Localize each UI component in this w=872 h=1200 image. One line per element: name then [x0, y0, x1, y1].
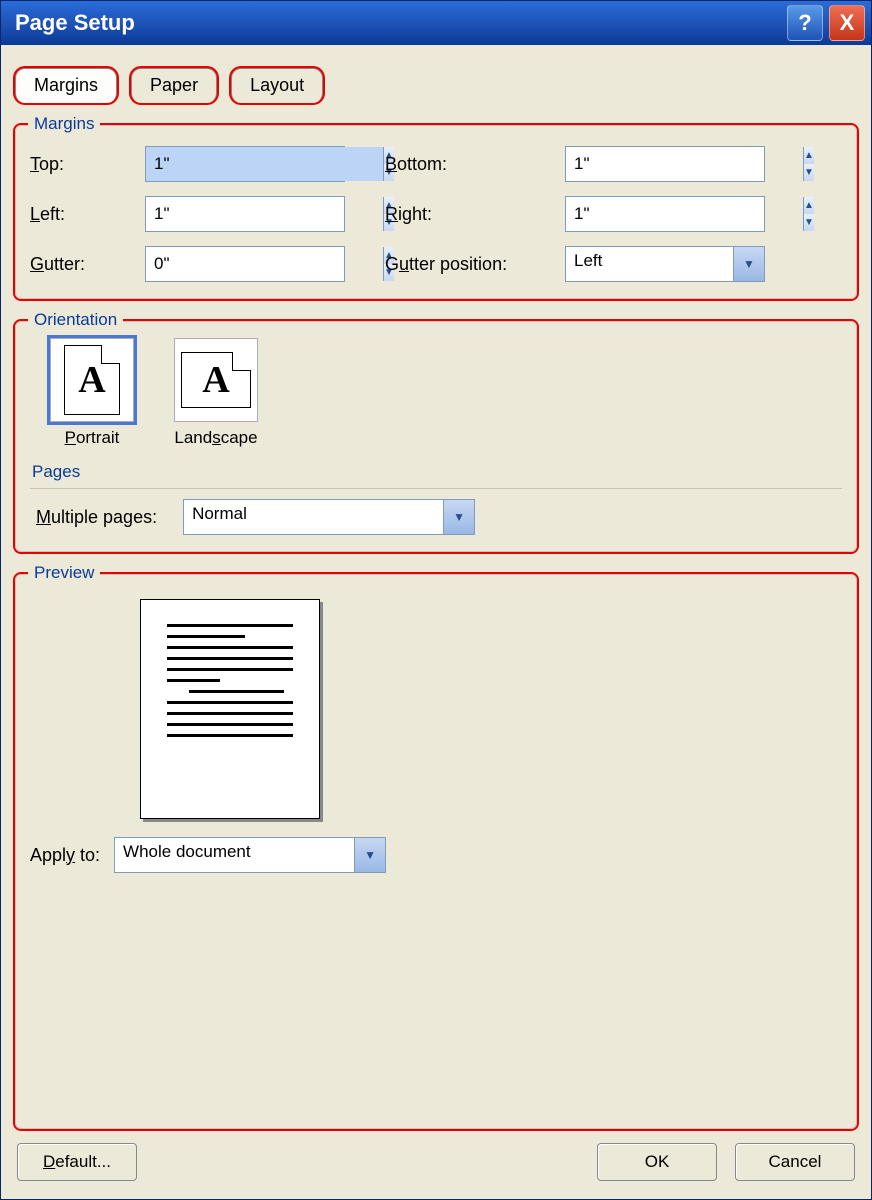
orientation-portrait-label: Portrait	[65, 428, 120, 448]
orientation-landscape-label: Landscape	[174, 428, 257, 448]
group-orientation-legend: Orientation	[28, 310, 123, 330]
page-setup-dialog: Page Setup ? X Margins Paper Layout Marg…	[0, 0, 872, 1200]
titlebar: Page Setup ? X	[1, 1, 871, 45]
tab-layout[interactable]: Layout	[231, 68, 323, 103]
help-icon[interactable]: ?	[787, 5, 823, 41]
label-bottom: Bottom:	[385, 154, 565, 175]
orientation-landscape[interactable]: A Landscape	[174, 338, 258, 448]
combo-apply-to[interactable]: Whole document ▼	[114, 837, 386, 873]
label-gutter: Gutter:	[30, 254, 145, 275]
label-left: Left:	[30, 204, 145, 225]
spinner-right[interactable]: ▲▼	[565, 196, 765, 232]
spinner-right-up-icon[interactable]: ▲	[804, 197, 814, 214]
spinner-gutter[interactable]: ▲▼	[145, 246, 345, 282]
input-top[interactable]	[146, 147, 383, 181]
close-icon[interactable]: X	[829, 5, 865, 41]
label-right: Right:	[385, 204, 565, 225]
combo-gutter-pos-value: Left	[566, 247, 733, 281]
spinner-bottom-up-icon[interactable]: ▲	[804, 147, 814, 164]
spinner-top[interactable]: ▲▼	[145, 146, 345, 182]
combo-multiple-pages[interactable]: Normal ▼	[183, 499, 475, 535]
chevron-down-icon[interactable]: ▼	[733, 247, 764, 281]
combo-apply-to-value: Whole document	[115, 838, 354, 872]
group-margins-legend: Margins	[28, 114, 100, 134]
input-left[interactable]	[146, 197, 383, 231]
label-gutter-pos: Gutter position:	[385, 254, 565, 275]
portrait-page-icon: A	[64, 345, 120, 415]
cancel-button[interactable]: Cancel	[735, 1143, 855, 1181]
combo-gutter-pos[interactable]: Left ▼	[565, 246, 765, 282]
orientation-portrait[interactable]: A Portrait	[50, 338, 134, 448]
dialog-button-bar: Default... OK Cancel	[1, 1143, 871, 1199]
tab-strip: Margins Paper Layout	[15, 59, 857, 103]
spinner-bottom[interactable]: ▲▼	[565, 146, 765, 182]
ok-button[interactable]: OK	[597, 1143, 717, 1181]
default-button[interactable]: Default...	[17, 1143, 137, 1181]
tab-paper[interactable]: Paper	[131, 68, 217, 103]
tab-margins[interactable]: Margins	[15, 68, 117, 103]
group-orientation-pages: Orientation A Portrait A Landscape Pages…	[15, 321, 857, 552]
input-right[interactable]	[566, 197, 803, 231]
chevron-down-icon[interactable]: ▼	[443, 500, 474, 534]
label-apply-to: Apply to:	[30, 845, 100, 866]
chevron-down-icon[interactable]: ▼	[354, 838, 385, 872]
combo-multiple-pages-value: Normal	[184, 500, 443, 534]
input-bottom[interactable]	[566, 147, 803, 181]
preview-page-icon	[140, 599, 320, 819]
group-margins: Margins Top: ▲▼ Bottom: ▲▼ Left: ▲▼	[15, 125, 857, 299]
spinner-left[interactable]: ▲▼	[145, 196, 345, 232]
input-gutter[interactable]	[146, 247, 383, 281]
label-multiple-pages: Multiple pages:	[36, 507, 157, 528]
spinner-bottom-down-icon[interactable]: ▼	[804, 164, 814, 181]
group-preview: Preview Apply to: Whole document ▼	[15, 574, 857, 1129]
label-top: Top:	[30, 154, 145, 175]
spinner-right-down-icon[interactable]: ▼	[804, 214, 814, 231]
landscape-page-icon: A	[181, 352, 251, 408]
group-preview-legend: Preview	[28, 563, 100, 583]
group-pages-legend: Pages	[32, 462, 842, 482]
window-title: Page Setup	[15, 10, 135, 36]
